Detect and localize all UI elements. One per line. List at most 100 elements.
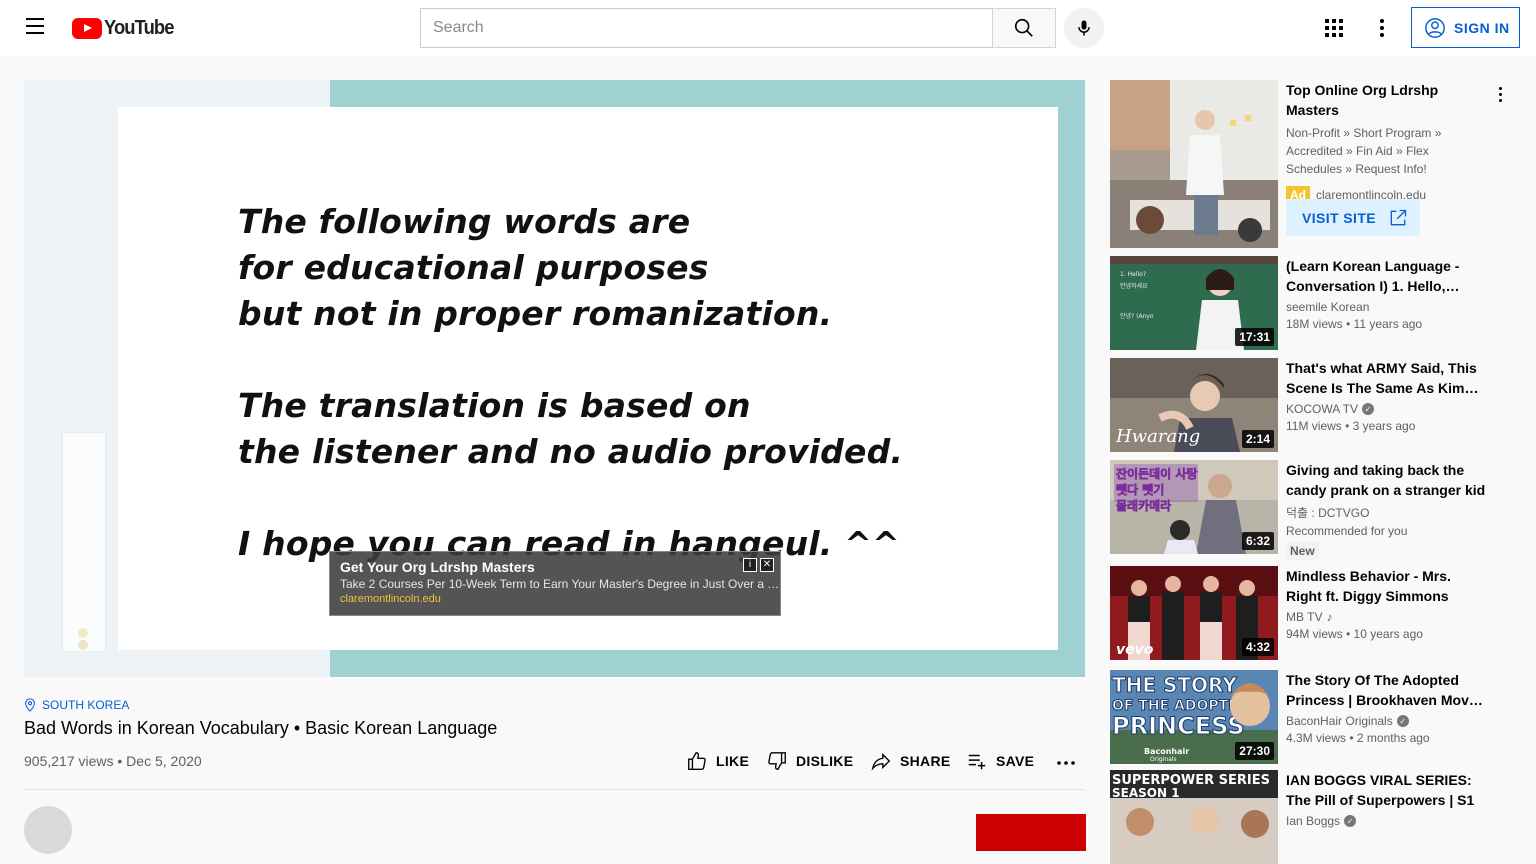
svg-text:안녕하세요: 안녕하세요: [1120, 282, 1148, 290]
share-icon: [871, 752, 891, 771]
thumbnail-brand: Baconhair: [1144, 747, 1189, 756]
youtube-play-icon: [72, 17, 102, 39]
subscribe-button[interactable]: [976, 814, 1086, 851]
search-input[interactable]: [421, 9, 993, 47]
recommendation-channel: 덕출 : DCTVGO: [1286, 504, 1486, 521]
recommendation-views: 4.3M views • 2 months ago: [1286, 731, 1430, 745]
ad-card-thumbnail[interactable]: [1110, 80, 1278, 248]
apps-button[interactable]: [1318, 12, 1350, 44]
video-thumbnail[interactable]: 1. Hello? 안녕하세요 안녕? (Anyo 17:31: [1110, 256, 1278, 350]
verified-icon: ✓: [1344, 815, 1357, 827]
ad-card-title: Top Online Org Ldrshp Masters: [1286, 82, 1439, 118]
save-button[interactable]: SAVE: [966, 750, 1034, 772]
channel-avatar[interactable]: [24, 806, 72, 854]
microphone-icon: [1078, 20, 1090, 36]
slide-decoration: [62, 432, 106, 652]
recommendation-title[interactable]: Giving and taking back the candy prank o…: [1286, 460, 1486, 500]
video-duration: 4:32: [1241, 638, 1274, 656]
more-vertical-icon: [1380, 19, 1384, 37]
recommendation-views: 18M views • 11 years ago: [1286, 317, 1423, 331]
sign-in-button[interactable]: SIGN IN: [1411, 7, 1520, 48]
video-player[interactable]: The following words are for educational …: [24, 80, 1085, 677]
overlay-ad-url[interactable]: claremontlincoln.edu: [340, 593, 770, 605]
video-thumbnail[interactable]: Hwarang 2:14: [1110, 358, 1278, 452]
recommendation-views: 11M views • 3 years ago: [1286, 419, 1416, 433]
channel-name: MB TV: [1286, 610, 1323, 624]
divider: [24, 789, 1085, 790]
visit-site-label: VISIT SITE: [1302, 209, 1377, 226]
recommendation-title[interactable]: (Learn Korean Language - Conversation I)…: [1286, 256, 1486, 296]
decor-dot: [78, 628, 88, 638]
video-thumbnail[interactable]: vevo 4:32: [1110, 566, 1278, 660]
apps-grid-icon: [1325, 19, 1343, 37]
svg-text:안녕? (Anyo: 안녕? (Anyo: [1120, 312, 1154, 320]
video-duration: 6:32: [1241, 532, 1274, 550]
svg-text:1. Hello?: 1. Hello?: [1120, 271, 1146, 278]
video-duration: 27:30: [1235, 742, 1274, 760]
ad-close-icon[interactable]: ✕: [760, 558, 774, 572]
thumbnail-caption: THE STORY: [1112, 673, 1237, 697]
more-actions-button[interactable]: [1056, 750, 1076, 770]
channel-name: seemile Korean: [1286, 300, 1370, 314]
thumbnail-logo-text: Hwarang: [1115, 426, 1200, 447]
menu-icon[interactable]: [24, 18, 48, 38]
overlay-ad[interactable]: Get Your Org Ldrshp Masters Take 2 Cours…: [329, 551, 781, 616]
search-icon: [1014, 18, 1033, 37]
slide-line-gap: [238, 475, 903, 521]
dislike-label: DISLIKE: [796, 753, 854, 769]
playlist-add-icon: [968, 754, 986, 770]
account-icon: [1425, 17, 1445, 38]
dislike-button[interactable]: DISLIKE: [766, 750, 853, 772]
share-button[interactable]: SHARE: [870, 750, 951, 772]
recommendation-title[interactable]: IAN BOGGS VIRAL SERIES: The Pill of Supe…: [1286, 770, 1486, 810]
video-title: Bad Words in Korean Vocabulary • Basic K…: [24, 718, 498, 738]
video-thumbnail[interactable]: THE STORY OF THE ADOPTED PRINCESS Baconh…: [1110, 670, 1278, 764]
channel-name: KOCOWA TV: [1286, 402, 1359, 416]
recommendation-channel: MB TV ♪: [1286, 610, 1486, 624]
share-label: SHARE: [900, 753, 951, 769]
slide-text: The following words are for educational …: [238, 199, 903, 567]
visit-site-button[interactable]: VISIT SITE: [1286, 199, 1420, 236]
thumbnail-caption: 뺏다 뺏기: [1116, 482, 1164, 497]
thumbs-down-icon: [768, 752, 786, 770]
recommendation-channel: seemile Korean: [1286, 300, 1486, 314]
recommendation-title[interactable]: That's what ARMY Said, This Scene Is The…: [1286, 358, 1486, 398]
slide-line: The translation is based on: [238, 386, 751, 425]
ad-card-info[interactable]: Top Online Org Ldrshp Masters Non-Profit…: [1286, 80, 1486, 204]
youtube-logo[interactable]: YouTube: [72, 17, 180, 39]
masthead: YouTube SIGN IN: [0, 0, 1536, 56]
search-box: [420, 8, 993, 48]
recommendation-title[interactable]: The Story Of The Adopted Princess | Broo…: [1286, 670, 1486, 710]
recommendation-title[interactable]: Mindless Behavior - Mrs. Right ft. Diggy…: [1286, 566, 1486, 606]
slide-line: The following words are: [238, 202, 691, 241]
like-button[interactable]: LIKE: [686, 750, 749, 772]
slide-line: but not in proper romanization.: [238, 294, 833, 333]
channel-name: 덕출 : DCTVGO: [1286, 506, 1370, 520]
thumbnail-caption: PRINCESS: [1112, 712, 1245, 740]
video-thumbnail[interactable]: 잔이든데이 사탕 뺏다 뺏기 몰래카메라 6:32: [1110, 460, 1278, 554]
recommendation-views: Recommended for you: [1286, 524, 1408, 538]
external-link-icon: [1390, 209, 1407, 225]
ad-card-description: Non-Profit » Short Program » Accredited …: [1286, 126, 1442, 176]
like-label: LIKE: [716, 753, 750, 769]
video-duration: 2:14: [1241, 430, 1274, 448]
thumbnail-caption: 몰래카메라: [1116, 498, 1171, 513]
overlay-ad-description: Take 2 Courses Per 10-Week Term to Earn …: [340, 577, 780, 591]
channel-name: Ian Boggs: [1286, 814, 1341, 828]
thumbnail-caption: SEASON 1: [1112, 786, 1180, 800]
logo-text: YouTube: [104, 16, 174, 39]
save-label: SAVE: [996, 753, 1035, 769]
voice-search-button[interactable]: [1064, 8, 1104, 48]
overlay-ad-title: Get Your Org Ldrshp Masters: [340, 559, 535, 575]
video-thumbnail[interactable]: SUPERPOWER SERIES SEASON 1: [1110, 770, 1278, 864]
ad-card-menu-button[interactable]: [1490, 82, 1510, 106]
location-pin-icon: [25, 698, 35, 712]
thumbnail-caption: 잔이든데이 사탕: [1116, 466, 1197, 481]
vevo-logo: vevo: [1116, 642, 1154, 658]
location-link[interactable]: SOUTH KOREA: [24, 698, 129, 712]
settings-menu-button[interactable]: [1366, 12, 1398, 44]
search-button[interactable]: [992, 8, 1056, 48]
ad-info-icon[interactable]: i: [743, 558, 757, 572]
slide-line-gap: [238, 337, 903, 383]
new-badge: New: [1286, 542, 1319, 560]
